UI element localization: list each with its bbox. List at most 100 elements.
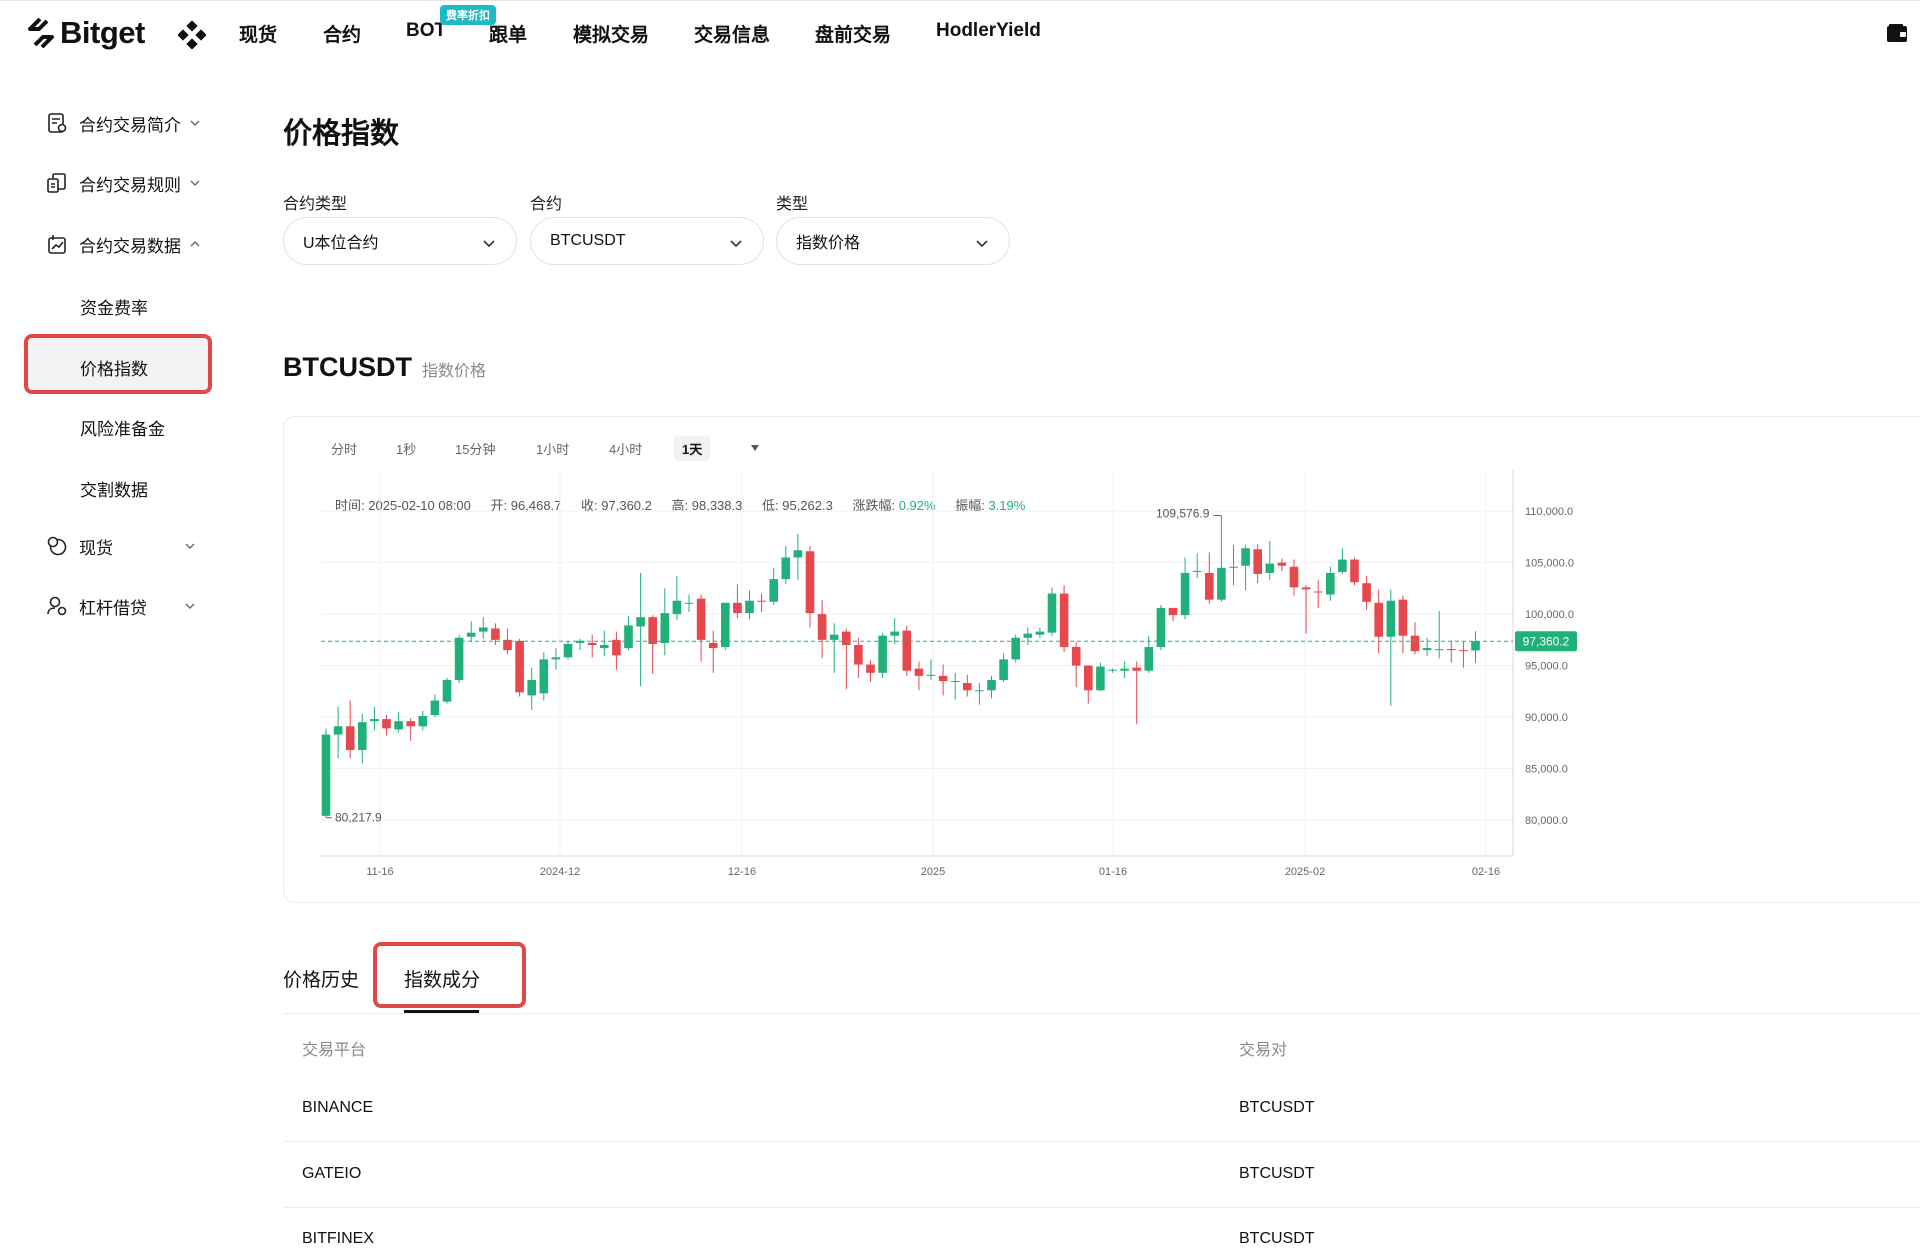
candle-body (1471, 641, 1480, 651)
candle-body (321, 734, 331, 816)
candle-body (854, 644, 863, 665)
nav-hodleryield[interactable]: HodlerYield (936, 20, 1041, 42)
timeframe-tab[interactable]: 1小时 (536, 439, 569, 458)
y-tick-label: 95,000.0 (1525, 661, 1568, 673)
candle-body (1035, 631, 1045, 635)
nav-pre-market[interactable]: 盘前交易 (815, 20, 891, 47)
brand-logo[interactable]: Bitget (26, 13, 145, 53)
candle-body (527, 679, 536, 696)
nav-copy-trading[interactable]: 跟单 (489, 20, 527, 47)
sidebar-item-label: 现货 (79, 538, 113, 558)
sidebar-sub-risk-reserve[interactable]: 风险准备金 (80, 415, 165, 440)
sidebar-item-futures-data[interactable]: 合约交易数据 (46, 229, 201, 259)
candle-body (358, 722, 367, 750)
apps-grid-icon[interactable] (178, 21, 206, 49)
platform-cell: BITFINEX (302, 1230, 375, 1247)
top-navigation: Bitget 现货 合约 BOT 费率折扣 跟单 模拟交易 交易信息 盘前交易 … (0, 0, 1920, 66)
sidebar-item-margin-loan[interactable]: 杠杆借贷 (46, 591, 195, 621)
nav-trading-info[interactable]: 交易信息 (694, 20, 770, 47)
candle-body (333, 726, 343, 735)
candle-body (757, 600, 766, 602)
candle-body (479, 627, 488, 632)
candle-body (769, 579, 778, 602)
x-tick-label: 2025 (921, 866, 945, 878)
pair-cell: BTCUSDT (1239, 1165, 1315, 1182)
nav-spot[interactable]: 现货 (239, 20, 277, 47)
y-tick-label: 80,000.0 (1525, 815, 1568, 827)
sidebar-item-label: 合约交易规则 (79, 175, 181, 195)
sidebar-sub-delivery-data[interactable]: 交割数据 (80, 476, 148, 501)
candle-body (1241, 548, 1250, 566)
tab-divider (283, 1013, 1920, 1014)
candle-body (648, 617, 657, 644)
sidebar-item-label: 合约交易数据 (79, 236, 181, 256)
timeframe-tab[interactable]: 分时 (331, 439, 357, 458)
candle-body (1168, 607, 1178, 616)
y-tick-label: 85,000.0 (1525, 764, 1568, 776)
page-title: 价格指数 (283, 118, 400, 150)
nav-futures[interactable]: 合约 (323, 20, 361, 47)
nav-demo-trading[interactable]: 模拟交易 (573, 20, 649, 47)
candlestick-chart[interactable]: 11-16 2024-12 12-16 2025 01-16 2025-02 02-16 11… (283, 470, 1623, 890)
candle-body (1398, 599, 1408, 636)
x-tick-label: 2024-12 (540, 866, 580, 878)
candle-body (1350, 559, 1359, 583)
candle-body (1410, 635, 1420, 652)
sidebar-sub-label: 价格指数 (80, 360, 148, 379)
timeframe-tab[interactable]: 4小时 (609, 439, 642, 458)
rules-icon (47, 173, 66, 193)
last-price-label: 97,360.2 (1523, 634, 1570, 648)
wallet-icon[interactable] (1886, 23, 1908, 43)
candle-body (442, 679, 452, 702)
contract-type-select[interactable]: U本位合约 (283, 217, 517, 265)
candle-body (1313, 591, 1323, 593)
pair-cell: BTCUSDT (1239, 1230, 1315, 1247)
candle-body (721, 602, 730, 648)
candle-body (1192, 570, 1202, 572)
candle-body (1374, 602, 1383, 637)
candle-body (817, 614, 827, 640)
sidebar-sub-funding-rate[interactable]: 资金费率 (80, 294, 148, 319)
candle-body (1326, 572, 1335, 595)
contract-select[interactable]: BTCUSDT (530, 217, 764, 265)
tab-index-components[interactable]: 指数成分 (404, 965, 480, 992)
timeframe-tab[interactable]: 1秒 (396, 439, 416, 458)
candle-body (624, 625, 633, 649)
x-tick-label: 01-16 (1099, 866, 1127, 878)
candle-body (914, 668, 924, 676)
candle-body (1108, 669, 1117, 671)
min-price-label: 80,217.9 (335, 811, 382, 825)
platform-cell: GATEIO (302, 1165, 362, 1182)
candle-body (1277, 562, 1287, 566)
table-row: BITFINEX BTCUSDT (283, 1208, 1920, 1258)
chevron-down-icon (483, 240, 495, 248)
y-tick-label: 90,000.0 (1525, 712, 1568, 724)
candle-body (745, 600, 754, 614)
chart-icon (48, 235, 66, 254)
candle-body (1229, 566, 1238, 568)
table-row: BINANCE BTCUSDT (283, 1077, 1920, 1142)
candle-body (1132, 667, 1141, 671)
candle-body (454, 637, 464, 680)
document-icon (48, 113, 67, 133)
candle-body (1289, 566, 1299, 588)
sidebar-item-spot[interactable]: 现货 (46, 531, 195, 561)
candle-body (1120, 668, 1129, 671)
sidebar-item-futures-rules[interactable]: 合约交易规则 (46, 168, 201, 198)
candle-body (975, 690, 984, 692)
candle-body (1422, 648, 1432, 651)
candle-body (684, 602, 694, 604)
candle-body (600, 644, 609, 649)
timeframe-tab-active[interactable]: 1天 (674, 436, 711, 461)
candle-body (672, 600, 682, 615)
tab-price-history[interactable]: 价格历史 (283, 965, 359, 992)
column-header-pair: 交易对 (1239, 1042, 1288, 1059)
timeframe-tab[interactable]: 15分钟 (455, 439, 495, 458)
sidebar-sub-price-index[interactable]: 价格指数 (24, 334, 212, 394)
candle-body (345, 726, 355, 750)
sidebar-item-futures-intro[interactable]: 合约交易简介 (46, 108, 201, 138)
margin-icon (47, 596, 67, 616)
caret-down-icon[interactable] (750, 444, 760, 452)
price-type-select[interactable]: 指数价格 (776, 217, 1010, 265)
candle-body (1301, 587, 1311, 590)
